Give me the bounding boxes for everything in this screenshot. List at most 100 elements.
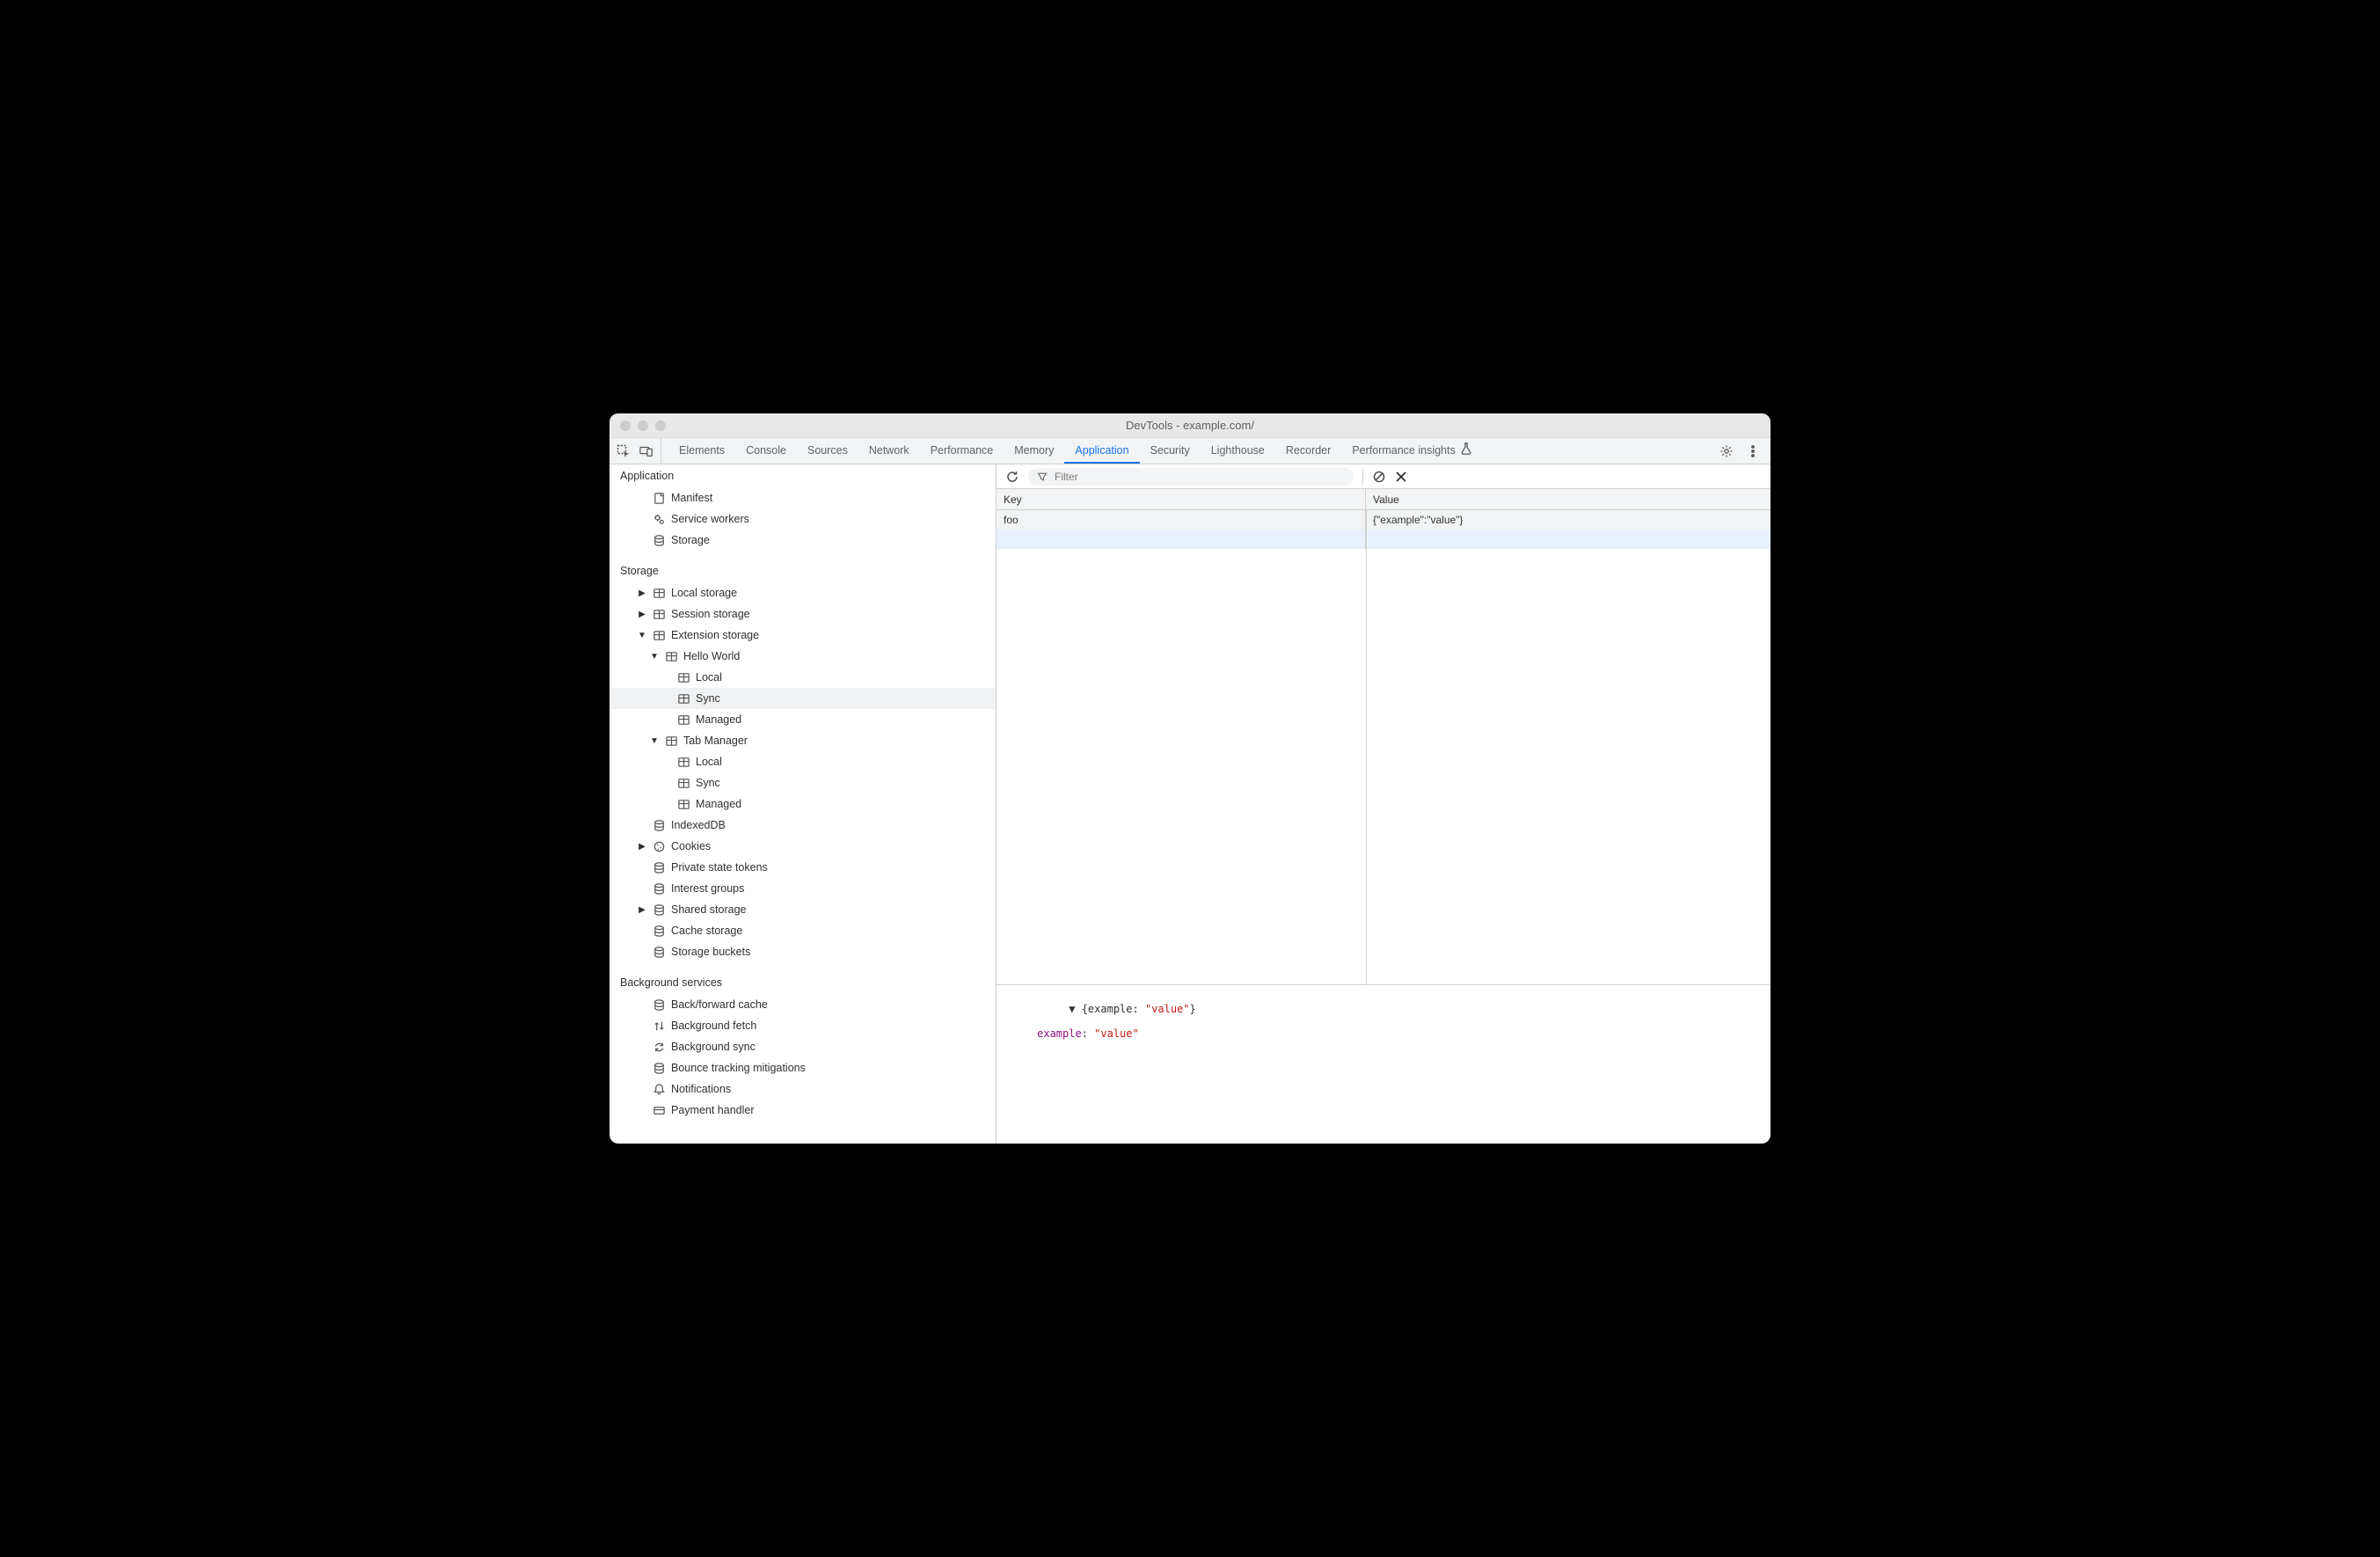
storage-table[interactable]: Key Value foo{"example":"value"} <box>997 489 1770 985</box>
sidebar-item-storage[interactable]: Storage <box>610 530 996 551</box>
chevron-down-icon[interactable]: ▼ <box>650 652 659 662</box>
chevron-right-icon[interactable]: ▶ <box>638 842 646 852</box>
tab-elements[interactable]: Elements <box>668 438 735 464</box>
gears-icon <box>652 512 666 526</box>
sidebar-item-label: Storage <box>671 534 710 546</box>
tab-lighthouse[interactable]: Lighthouse <box>1201 438 1275 464</box>
sidebar-item-sync[interactable]: Sync <box>610 772 996 793</box>
device-toolbar-icon[interactable] <box>639 444 653 458</box>
sidebar-item-back/forward-cache[interactable]: Back/forward cache <box>610 994 996 1015</box>
filter-input-wrap[interactable] <box>1028 468 1354 486</box>
database-icon <box>652 881 666 895</box>
chevron-down-icon[interactable]: ▼ <box>650 736 659 746</box>
more-icon[interactable] <box>1746 444 1760 458</box>
sidebar-item-label: Tab Manager <box>683 735 748 747</box>
sidebar-section-application[interactable]: Application <box>610 464 996 487</box>
devtools-window: DevTools - example.com/ ElementsConsoleS… <box>610 413 1770 1144</box>
tab-performance-insights[interactable]: Performance insights <box>1341 438 1481 464</box>
sidebar-item-tab-manager[interactable]: ▼ Tab Manager <box>610 730 996 751</box>
tab-security[interactable]: Security <box>1140 438 1201 464</box>
chevron-right-icon[interactable]: ▶ <box>638 905 646 915</box>
column-header-key[interactable]: Key <box>997 489 1366 509</box>
sidebar-item-sync[interactable]: Sync <box>610 688 996 709</box>
sidebar-item-background-fetch[interactable]: Background fetch <box>610 1015 996 1036</box>
zoom-window-button[interactable] <box>655 420 666 431</box>
minimize-window-button[interactable] <box>638 420 648 431</box>
preview-summary-close: } <box>1190 1003 1196 1015</box>
table-row[interactable]: foo{"example":"value"} <box>997 510 1770 530</box>
sidebar-item-manifest[interactable]: Manifest <box>610 487 996 508</box>
sidebar-item-label: Sync <box>696 777 720 789</box>
table-row-empty[interactable] <box>997 530 1770 549</box>
card-icon <box>652 1103 666 1117</box>
bell-icon <box>652 1082 666 1096</box>
table-header: Key Value <box>997 489 1770 510</box>
sidebar-item-storage-buckets[interactable]: Storage buckets <box>610 941 996 962</box>
preview-summary-string: "value" <box>1145 1003 1190 1015</box>
column-divider[interactable] <box>1366 510 1367 984</box>
sidebar-item-label: Shared storage <box>671 903 746 916</box>
sidebar-item-payment-handler[interactable]: Payment handler <box>610 1100 996 1121</box>
sidebar-item-background-sync[interactable]: Background sync <box>610 1036 996 1057</box>
table-icon <box>676 797 690 811</box>
window-title: DevTools - example.com/ <box>610 419 1770 432</box>
tab-network[interactable]: Network <box>858 438 920 464</box>
sidebar-section-background-services[interactable]: Background services <box>610 971 996 994</box>
sidebar-item-private-state-tokens[interactable]: Private state tokens <box>610 857 996 878</box>
preview-prop-key: example <box>1037 1027 1082 1040</box>
sidebar-item-label: Local <box>696 671 722 683</box>
sidebar-item-label: Payment handler <box>671 1104 755 1116</box>
tab-sources[interactable]: Sources <box>797 438 858 464</box>
inspect-controls <box>610 438 661 464</box>
settings-icon[interactable] <box>1719 444 1734 458</box>
refresh-button[interactable] <box>1005 470 1019 484</box>
tab-performance[interactable]: Performance <box>920 438 1004 464</box>
sidebar-item-hello-world[interactable]: ▼Hello World <box>610 646 996 667</box>
cell-key[interactable]: foo <box>997 510 1366 530</box>
chevron-right-icon[interactable]: ▶ <box>638 610 646 619</box>
sidebar-section-storage[interactable]: Storage <box>610 559 996 582</box>
sidebar-item-notifications[interactable]: Notifications <box>610 1078 996 1100</box>
tab-recorder[interactable]: Recorder <box>1275 438 1341 464</box>
sidebar-item-cookies[interactable]: ▶Cookies <box>610 836 996 857</box>
sidebar-item-managed[interactable]: Managed <box>610 709 996 730</box>
sidebar-item-interest-groups[interactable]: Interest groups <box>610 878 996 899</box>
expand-arrow[interactable]: ▼ <box>1069 1003 1081 1015</box>
value-preview[interactable]: ▼ {example: "value"} example: "value" <box>997 985 1770 1144</box>
sidebar-item-indexeddb[interactable]: IndexedDB <box>610 815 996 836</box>
sidebar-item-label: Service workers <box>671 513 749 525</box>
sidebar-item-local[interactable]: Local <box>610 667 996 688</box>
sidebar-item-extension-storage[interactable]: ▼Extension storage <box>610 625 996 646</box>
table-icon <box>652 607 666 621</box>
column-header-value[interactable]: Value <box>1366 489 1770 509</box>
sidebar-item-cache-storage[interactable]: Cache storage <box>610 920 996 941</box>
tab-memory[interactable]: Memory <box>1004 438 1064 464</box>
cell-value[interactable]: {"example":"value"} <box>1366 510 1770 530</box>
chevron-right-icon[interactable]: ▶ <box>638 588 646 598</box>
table-body[interactable]: foo{"example":"value"} <box>997 510 1770 984</box>
tab-application[interactable]: Application <box>1064 438 1139 464</box>
database-icon <box>652 924 666 938</box>
application-sidebar[interactable]: ApplicationManifest Service workers Storag… <box>610 464 997 1144</box>
sidebar-item-service-workers[interactable]: Service workers <box>610 508 996 530</box>
sidebar-item-session-storage[interactable]: ▶Session storage <box>610 603 996 625</box>
flask-icon <box>1461 442 1471 457</box>
sidebar-item-label: Local <box>696 756 722 768</box>
sidebar-item-bounce-tracking-mitigations[interactable]: Bounce tracking mitigations <box>610 1057 996 1078</box>
clear-all-button[interactable] <box>1372 470 1386 484</box>
database-icon <box>652 998 666 1012</box>
sidebar-item-shared-storage[interactable]: ▶ Shared storage <box>610 899 996 920</box>
sidebar-item-label: Background fetch <box>671 1020 756 1032</box>
close-window-button[interactable] <box>620 420 631 431</box>
chevron-down-icon[interactable]: ▼ <box>638 631 646 640</box>
cookie-icon <box>652 839 666 853</box>
panel-tabs: ElementsConsoleSourcesNetworkPerformance… <box>661 438 1709 464</box>
filter-input[interactable] <box>1055 471 1345 483</box>
inspect-element-icon[interactable] <box>617 444 631 458</box>
sidebar-item-managed[interactable]: Managed <box>610 793 996 815</box>
tab-console[interactable]: Console <box>735 438 797 464</box>
sidebar-item-label: Bounce tracking mitigations <box>671 1062 806 1074</box>
sidebar-item-local-storage[interactable]: ▶Local storage <box>610 582 996 603</box>
delete-selected-button[interactable] <box>1395 471 1407 483</box>
sidebar-item-local[interactable]: Local <box>610 751 996 772</box>
